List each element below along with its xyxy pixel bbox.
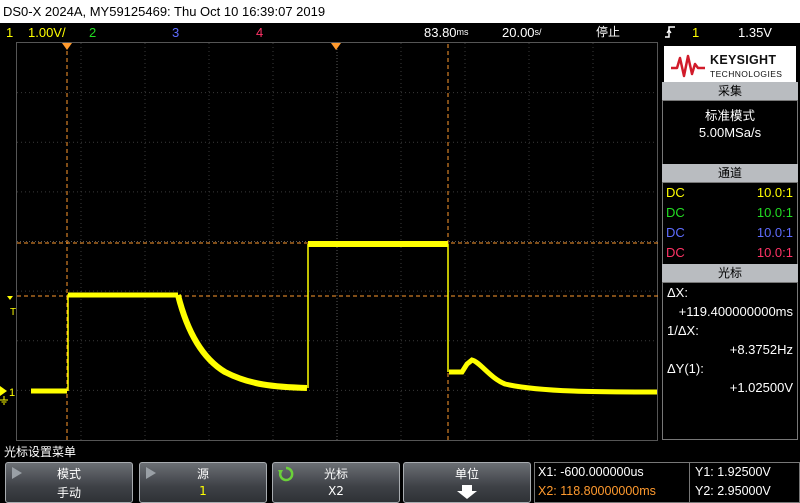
channel-1-scale[interactable]: 1.00V/ bbox=[28, 23, 66, 42]
softkey-units-label: 单位 bbox=[454, 467, 479, 481]
waveform-logo-icon bbox=[671, 54, 705, 78]
softkey-source-value: 1 bbox=[199, 484, 207, 498]
logo-subtitle: TECHNOLOGIES bbox=[710, 69, 783, 79]
trigger-level[interactable]: 1.35V bbox=[738, 23, 772, 42]
softkey-mode[interactable]: 模式 手动 bbox=[5, 462, 133, 503]
inverse-delta-x-value: +8.3752Hz bbox=[729, 342, 793, 357]
channel-2-number[interactable]: 2 bbox=[89, 23, 96, 42]
channel-probe-ratio: 10.0:1 bbox=[756, 205, 793, 220]
channel-coupling: DC bbox=[666, 185, 685, 200]
readout-divider bbox=[689, 463, 690, 502]
delta-y-value: +1.02500V bbox=[729, 380, 793, 395]
channel-coupling: DC bbox=[666, 225, 685, 240]
timebase[interactable]: 20.00s/ bbox=[502, 23, 542, 42]
cursors-header: 光标 bbox=[662, 264, 798, 282]
menu-title: 光标设置菜单 bbox=[4, 445, 77, 459]
channel-3-number[interactable]: 3 bbox=[172, 23, 179, 42]
acquire-mode: 标准模式 bbox=[704, 108, 755, 123]
softkey-source-label: 源 bbox=[196, 467, 209, 481]
cursor-readout: X1: -600.000000us X2: 118.80000000ms Y1:… bbox=[534, 462, 800, 503]
sample-rate: 5.00MSa/s bbox=[698, 125, 762, 140]
channels-box[interactable]: DC 10.0:1 DC 10.0:1 DC 10.0:1 DC 10.0:1 bbox=[662, 182, 798, 266]
channel-1-number[interactable]: 1 bbox=[6, 23, 13, 42]
ground-arrow bbox=[0, 386, 7, 396]
softkey-cursor-label: 光标 bbox=[323, 467, 348, 481]
delta-x-label: ΔX: bbox=[667, 285, 688, 300]
timebase-unit: s/ bbox=[534, 27, 542, 37]
cursor-x2-readout: X2: 118.80000000ms bbox=[538, 484, 656, 498]
time-offset-unit: ms bbox=[456, 27, 469, 37]
inverse-delta-x-label: 1/ΔX: bbox=[667, 323, 699, 338]
channel-coupling: DC bbox=[666, 205, 685, 220]
trigger-source[interactable]: 1 bbox=[692, 23, 699, 42]
channel-4-number[interactable]: 4 bbox=[256, 23, 263, 42]
keysight-logo: KEYSIGHT TECHNOLOGIES bbox=[664, 46, 796, 86]
waveform-display[interactable]: T 1 bbox=[0, 42, 660, 442]
softkey-source[interactable]: 源 1 bbox=[139, 462, 267, 503]
trigger-level-arrow bbox=[7, 296, 13, 300]
softkey-cursor-value: X2 bbox=[328, 484, 344, 498]
status-bar: 1 1.00V/ 2 3 4 83.80ms 20.00s/ 停止 1 1.35… bbox=[0, 23, 800, 42]
time-offset[interactable]: 83.80ms bbox=[424, 23, 469, 42]
window-title: DS0-X 2024A, MY59125469: Thu Oct 10 16:3… bbox=[0, 0, 800, 23]
channel-probe-ratio: 10.0:1 bbox=[756, 245, 793, 260]
arrow-down-icon bbox=[457, 485, 477, 499]
cursors-box[interactable]: ΔX: +119.400000000ms 1/ΔX: +8.3752Hz ΔY(… bbox=[662, 282, 798, 440]
acquire-header: 采集 bbox=[662, 82, 798, 100]
ground-icon bbox=[0, 396, 8, 405]
channels-header: 通道 bbox=[662, 164, 798, 182]
timebase-value: 20.00 bbox=[502, 25, 535, 40]
ground-marker: 1 bbox=[9, 387, 15, 399]
channel-coupling: DC bbox=[666, 245, 685, 260]
logo-brand: KEYSIGHT bbox=[710, 53, 777, 67]
cursor-x1-marker bbox=[62, 43, 72, 50]
channel-probe-ratio: 10.0:1 bbox=[756, 225, 793, 240]
softkey-units[interactable]: 单位 bbox=[403, 462, 531, 503]
cursor-y2-readout: Y2: 2.95000V bbox=[695, 484, 771, 498]
cursor-y1-readout: Y1: 1.92500V bbox=[695, 465, 771, 479]
time-offset-value: 83.80 bbox=[424, 25, 457, 40]
channel-1-waveform bbox=[31, 241, 658, 395]
softkey-mode-value: 手动 bbox=[56, 486, 81, 500]
channel-probe-ratio: 10.0:1 bbox=[756, 185, 793, 200]
run-state: 停止 bbox=[596, 25, 621, 39]
delta-x-value: +119.400000000ms bbox=[678, 304, 793, 319]
graticule: T 1 bbox=[0, 42, 658, 441]
delta-y-label: ΔY(1): bbox=[667, 361, 704, 376]
side-panel: KEYSIGHT TECHNOLOGIES 采集 标准模式 5.00MSa/s … bbox=[660, 42, 800, 442]
trigger-position-marker bbox=[331, 43, 341, 50]
softkey-mode-label: 模式 bbox=[56, 467, 81, 481]
trigger-level-marker: T bbox=[10, 307, 16, 318]
acquire-box[interactable]: 标准模式 5.00MSa/s bbox=[662, 100, 798, 166]
cursor-x1-readout: X1: -600.000000us bbox=[538, 465, 644, 479]
softkey-cursor[interactable]: 光标 X2 bbox=[272, 462, 400, 503]
